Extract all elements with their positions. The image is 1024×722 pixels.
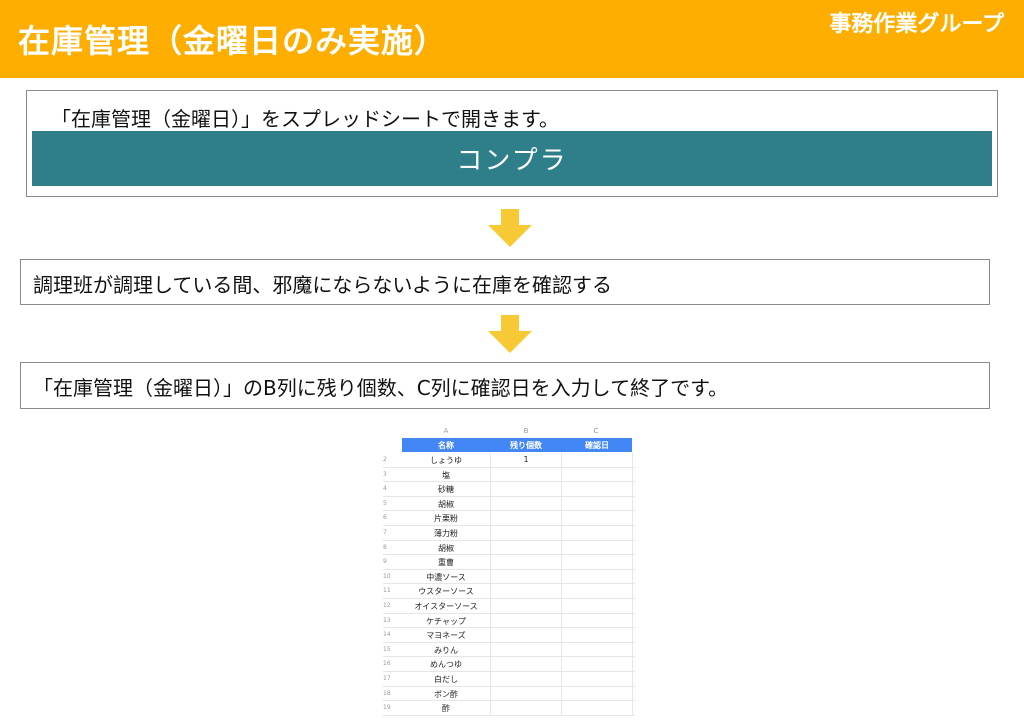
table-row: 9 重曹	[383, 555, 635, 570]
cell-item-name: ポン酢	[434, 689, 458, 699]
cell-item-name: 重曹	[438, 558, 454, 568]
row-number: 10	[383, 572, 391, 580]
cell-item-name: めんつゆ	[430, 660, 462, 670]
compra-banner: コンプラ	[32, 131, 992, 186]
down-arrow-icon	[488, 315, 532, 353]
row-number: 2	[383, 456, 387, 463]
cell-item-name: マヨネーズ	[426, 631, 466, 641]
cell-item-name: 胡椒	[438, 543, 454, 553]
group-label: 事務作業グループ	[829, 12, 1004, 37]
step-3-text: 「在庫管理（金曜日）」のB列に残り個数、C列に確認日を入力して終了です。	[33, 376, 729, 400]
row-number: 11	[383, 587, 391, 595]
table-row: 2 しょうゆ 1	[383, 453, 635, 468]
step-2-box: 調理班が調理している間、邪魔にならないように在庫を確認する	[20, 259, 990, 305]
column-letter-a: A	[443, 427, 449, 435]
table-row: 19 酢	[383, 701, 635, 716]
table-row: 12 オイスターソース	[383, 599, 635, 614]
table-row: 8 胡椒	[383, 541, 635, 556]
step-2-text: 調理班が調理している間、邪魔にならないように在庫を確認する	[33, 273, 612, 297]
row-number: 19	[383, 704, 391, 712]
cell-item-name: 塩	[442, 470, 450, 480]
row-number: 7	[383, 528, 387, 536]
row-number: 4	[383, 485, 387, 493]
cell-item-name: 薄力粉	[434, 528, 458, 538]
table-row: 18 ポン酢	[383, 687, 635, 702]
table-row: 15 みりん	[383, 643, 635, 658]
table-row: 16 めんつゆ	[383, 657, 635, 672]
row-number: 5	[383, 499, 387, 507]
column-letter-b: B	[523, 427, 529, 435]
cell-item-name: 酢	[442, 704, 450, 714]
table-row: 4 砂糖	[383, 482, 635, 497]
header-count: 残り個数	[510, 441, 542, 450]
row-number: 9	[383, 558, 387, 566]
cell-item-name: ウスターソース	[418, 587, 474, 597]
cell-item-name: 砂糖	[438, 485, 454, 495]
step-3-box: 「在庫管理（金曜日）」のB列に残り個数、C列に確認日を入力して終了です。	[20, 362, 990, 409]
row-number: 18	[383, 689, 391, 697]
cell-item-name: 片栗粉	[434, 514, 458, 524]
column-letters: A B C	[383, 426, 635, 438]
cell-item-name: しょうゆ	[430, 456, 462, 465]
table-row: 14 マヨネーズ	[383, 628, 635, 643]
cell-item-name: 胡椒	[438, 499, 454, 509]
row-number: 14	[383, 631, 391, 639]
table-row: 3塩	[383, 468, 635, 483]
page-title: 在庫管理（金曜日のみ実施）	[18, 22, 448, 60]
cell-item-name: 中濃ソース	[426, 572, 466, 582]
spreadsheet-header-row: 名称 残り個数 確認日	[402, 438, 632, 452]
cell-remaining-count: 1	[523, 455, 529, 464]
cell-item-name: みりん	[434, 645, 458, 655]
table-row: 6 片栗粉	[383, 511, 635, 526]
spreadsheet-screenshot: A B C 名称 残り個数 確認日 2 しょうゆ 1 3 塩 4 砂糖 5 胡椒 6 片栗粉 7 薄力粉…	[383, 426, 635, 716]
table-row: 10 中濃ソース	[383, 570, 635, 585]
spreadsheet-rows: 2 しょうゆ 1 3 塩 4 砂糖 5 胡椒 6 片栗粉 7 薄力粉 8 胡椒 9 重曹 10 中濃ソース 11 ウスタ…	[383, 453, 635, 716]
cell-item-name: オイスターソース	[414, 601, 478, 611]
column-letter-c: C	[593, 427, 599, 435]
cell-item-name: ケチャップ	[426, 616, 466, 626]
row-number: 12	[383, 601, 391, 609]
step-1-text: 「在庫管理（金曜日）」をスプレッドシートで開きます。	[51, 107, 559, 131]
table-row: 7 薄力粉	[383, 526, 635, 541]
table-row: 5 胡椒	[383, 497, 635, 512]
header-name: 名称	[438, 441, 454, 450]
row-number: 15	[383, 645, 391, 653]
header-date: 確認日	[585, 441, 609, 450]
down-arrow-icon	[488, 209, 532, 247]
step-1-box: 「在庫管理（金曜日）」をスプレッドシートで開きます。 コンプラ	[26, 90, 998, 197]
row-number: 17	[383, 674, 391, 682]
table-row: 11 ウスターソース	[383, 584, 635, 599]
header-bar: 在庫管理（金曜日のみ実施） 事務作業グループ	[0, 0, 1024, 78]
row-number: 6	[383, 514, 387, 522]
table-row: 17 白だし	[383, 672, 635, 687]
row-number: 16	[383, 660, 391, 668]
cell-item-name: 白だし	[434, 674, 458, 684]
row-number: 13	[383, 616, 391, 624]
row-number: 3	[383, 470, 387, 478]
table-row: 13 ケチャップ	[383, 614, 635, 629]
row-number: 8	[383, 543, 387, 551]
